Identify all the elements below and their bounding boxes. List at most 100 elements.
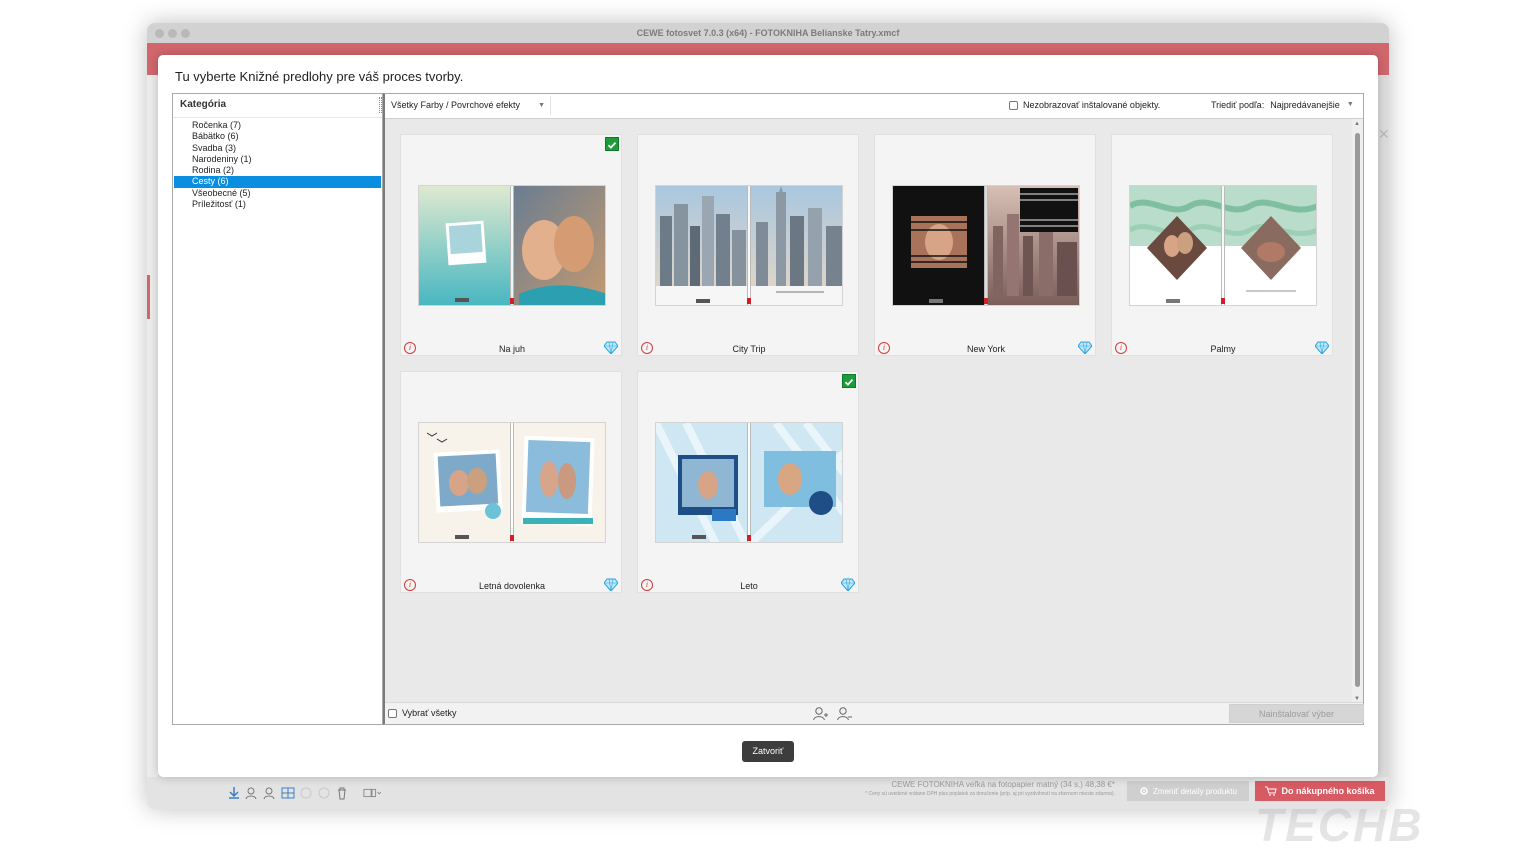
category-item-rocenka[interactable]: Ročenka (7) [174, 120, 381, 131]
template-cover-preview [655, 422, 843, 543]
template-grid: i Na juh i City Trip i New York i Palmy … [385, 119, 1354, 704]
cover-spine [510, 423, 514, 542]
category-panel: Kategória Ročenka (7) Bábätko (6) Svadba… [172, 93, 383, 725]
template-name: City Trip [732, 344, 766, 354]
left-accent [147, 275, 150, 319]
change-product-details-label: Zmeniť detaily produktu [1153, 786, 1237, 796]
scrollbar-thumb[interactable] [1355, 133, 1360, 687]
template-cover-preview [655, 185, 843, 306]
template-cover-preview [892, 185, 1080, 306]
hide-installed-label: Nezobrazovať inštalované objekty. [1023, 100, 1161, 110]
category-item-vseobecne[interactable]: Všeobecné (5) [174, 188, 381, 199]
cover-tag [510, 535, 514, 541]
premium-diamond-icon [604, 578, 618, 591]
close-window-dot[interactable] [155, 29, 164, 38]
remove-person-icon[interactable] [836, 706, 852, 722]
hide-installed-toggle[interactable]: Nezobrazovať inštalované objekty. [1009, 100, 1160, 110]
premium-diamond-icon [604, 341, 618, 354]
template-name: Palmy [1210, 344, 1236, 354]
cart-icon [1265, 786, 1278, 796]
cover-spine [1221, 186, 1225, 305]
install-selection-button[interactable]: Nainštalovať výber [1229, 704, 1364, 723]
select-all-label: Vybrať všetky [402, 708, 457, 718]
view-mode-icon[interactable] [363, 784, 381, 802]
category-item-rodina[interactable]: Rodina (2) [174, 165, 381, 176]
product-info: CEWE FOTOKNIHA veľká na fotopapier matný… [797, 779, 1115, 798]
template-card-new-york[interactable]: i New York [874, 134, 1096, 356]
category-header-label: Kategória [180, 99, 227, 110]
template-cover-preview [418, 185, 606, 306]
cover-spine [984, 186, 988, 305]
layout-grid-icon[interactable] [281, 784, 295, 802]
installed-check-icon [605, 137, 619, 151]
category-item-narodeniny[interactable]: Narodeniny (1) [174, 154, 381, 165]
disabled-circle-icon [299, 784, 313, 802]
category-item-prilezitost[interactable]: Príležitosť (1) [174, 199, 381, 210]
premium-diamond-icon [841, 578, 855, 591]
product-price-note: * Ceny sú uvedené vrátane DPH plus popla… [865, 791, 1115, 797]
select-all-checkbox[interactable] [388, 708, 397, 718]
grid-footer-bar: Vybrať všetky Nainštalovať výber [385, 702, 1364, 724]
cover-tag [1221, 298, 1225, 304]
color-effects-filter-select[interactable]: Všetky Farby / Povrchové efekty ▼ [389, 96, 551, 115]
category-item-babatko[interactable]: Bábätko (6) [174, 131, 381, 142]
sort-select[interactable]: Najpredávanejšie ▼ [1270, 100, 1354, 110]
filter-bar: Všetky Farby / Povrchové efekty ▼ Nezobr… [385, 94, 1363, 119]
category-item-svadba[interactable]: Svadba (3) [174, 143, 381, 154]
add-to-cart-label: Do nákupného košíka [1281, 786, 1375, 796]
template-name: New York [966, 344, 1006, 354]
add-person-icon[interactable] [812, 706, 828, 722]
window-title: CEWE fotosvet 7.0.3 (x64) - FOTOKNIHA Be… [636, 28, 900, 38]
dialog-title: Tu vyberte Knižné predlohy pre váš proce… [175, 69, 464, 84]
bottom-toolbar [227, 783, 381, 803]
cover-tag [747, 535, 751, 541]
disabled-circle-icon-2 [317, 784, 331, 802]
app-bottom-bar: CEWE FOTOKNIHA veľká na fotopapier matný… [147, 777, 1389, 809]
template-cover-preview [1129, 185, 1317, 306]
cover-tag [747, 298, 751, 304]
template-card-leto[interactable]: i Leto [637, 371, 859, 593]
category-header: Kategória [173, 94, 382, 118]
premium-diamond-icon [1315, 341, 1329, 354]
chevron-down-icon: ▼ [538, 102, 545, 109]
side-close-icon[interactable]: ✕ [1378, 126, 1390, 143]
hide-installed-checkbox[interactable] [1009, 100, 1018, 110]
minimize-window-dot[interactable] [168, 29, 177, 38]
cover-tag [510, 298, 514, 304]
maximize-window-dot[interactable] [181, 29, 190, 38]
gear-icon [1140, 787, 1148, 795]
change-product-details-button[interactable]: Zmeniť detaily produktu [1127, 781, 1249, 801]
category-list: Ročenka (7) Bábätko (6) Svadba (3) Narod… [173, 118, 382, 210]
template-name: Letná dovolenka [478, 581, 546, 591]
template-card-letna-dovolenka[interactable]: i Letná dovolenka [400, 371, 622, 593]
template-name: Na juh [498, 344, 525, 354]
footer-icons [812, 706, 852, 722]
sort-control: Triediť podľa: Najpredávanejšie ▼ [1211, 100, 1354, 110]
download-icon[interactable] [227, 784, 241, 802]
remove-person-icon[interactable] [263, 784, 277, 802]
add-person-icon[interactable] [245, 784, 259, 802]
window-titlebar: CEWE fotosvet 7.0.3 (x64) - FOTOKNIHA Be… [147, 23, 1389, 43]
template-card-city-trip[interactable]: i City Trip [637, 134, 859, 356]
scroll-up-icon[interactable]: ▲ [1354, 121, 1360, 127]
template-cover-preview [418, 422, 606, 543]
template-card-palmy[interactable]: i Palmy [1111, 134, 1333, 356]
close-dialog-button[interactable]: Zatvoriť [742, 741, 794, 762]
cover-spine [510, 186, 514, 305]
category-item-cesty[interactable]: Cesty (6) [174, 176, 381, 188]
cover-spine [747, 186, 751, 305]
template-card-na-juh[interactable]: i Na juh [400, 134, 622, 356]
panel-splitter-handle[interactable] [379, 97, 382, 113]
chevron-down-icon: ▼ [1346, 101, 1354, 108]
sort-label: Triediť podľa: [1211, 100, 1265, 110]
sort-selected-value: Najpredávanejšie [1270, 100, 1340, 110]
trash-icon[interactable] [335, 784, 349, 802]
select-all-toggle[interactable]: Vybrať všetky [388, 708, 457, 718]
template-picker-dialog: Tu vyberte Knižné predlohy pre váš proce… [158, 55, 1378, 777]
template-content-panel: Všetky Farby / Povrchové efekty ▼ Nezobr… [383, 93, 1364, 725]
premium-diamond-icon [1078, 341, 1092, 354]
cover-tag [984, 298, 988, 304]
watermark: TECHB [1255, 799, 1424, 851]
vertical-scrollbar[interactable]: ▲ ▼ [1352, 119, 1363, 704]
template-name: Leto [740, 581, 758, 591]
